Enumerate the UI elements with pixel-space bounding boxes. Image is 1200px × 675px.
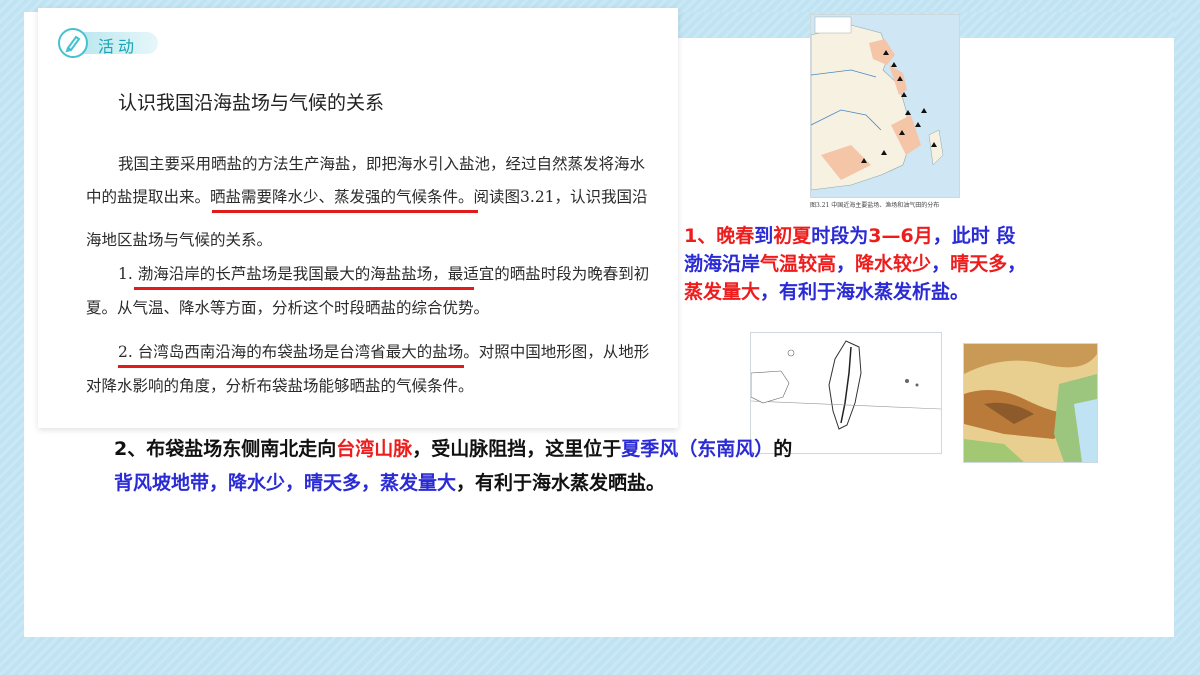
- intro-line-1: 我国主要采用晒盐的方法生产海盐，即把海水引入盐池，经过自然蒸发将海水: [118, 155, 646, 173]
- q1-number: 1.: [118, 265, 138, 283]
- answer1-part: 降水较少: [855, 253, 932, 275]
- answer1-part: 3—6月: [868, 225, 933, 247]
- intro-text-tail: 阅读图3.21，认识我国沿: [473, 188, 648, 206]
- underline-1: [212, 210, 478, 213]
- q2-text: 对照中国地形图，从地形: [478, 343, 650, 361]
- answer1-part: ，: [1007, 253, 1027, 275]
- topographic-map: [963, 343, 1098, 463]
- q2-key-sentence: 2. 台湾岛西南沿海的布袋盐场是台湾省最大的盐场。: [118, 343, 479, 361]
- answer1-part: 时段为: [811, 225, 869, 247]
- answer2-part: ，受山脉阻挡，这里位于: [412, 438, 622, 460]
- answer2-part: 的: [773, 438, 793, 460]
- answer1-part: 晴天多: [950, 253, 1008, 275]
- answer1-part: 气温较高: [760, 253, 837, 275]
- answer2-part: 夏季风（东南风）: [621, 438, 774, 460]
- answer1-part: ，有利于海水蒸发析盐。: [760, 281, 970, 303]
- answer1-part: ，: [931, 253, 951, 275]
- map-caption: 图3.21 中国近海主要盐场、渔场和油气田的分布: [810, 202, 940, 209]
- question-1-line-2: 夏。从气温、降水等方面，分析这个时段晒盐的综合优势。: [86, 299, 490, 317]
- coastal-map: [810, 14, 960, 198]
- answer2-part: ，有利于海水蒸发晒盐。: [456, 472, 666, 494]
- answer2-part: 背风坡地带，降水少，晴天多，蒸发量大: [114, 472, 457, 494]
- q1-key-sentence: 渤海沿岸的长芦盐场是我国最大的海盐盐场，: [137, 265, 448, 283]
- answer1-part: 蒸发量大: [684, 281, 761, 303]
- activity-title: 认识我国沿海盐场与气候的关系: [118, 92, 385, 114]
- answer-1: 1、晚春到初夏时段为3—6月，此时 段 渤海沿岸气温较高，降水较少，晴天多， 蒸…: [684, 222, 1084, 306]
- activity-badge: 活动: [58, 28, 193, 58]
- underline-3: [118, 365, 464, 368]
- answer1-part: 渤海沿岸: [684, 253, 761, 275]
- intro-line-2: 中的盐提取出来。晒盐需要降水少、蒸发强的气候条件。阅读图3.21，认识我国沿: [86, 185, 648, 207]
- question-1-line-1: 1. 渤海沿岸的长芦盐场是我国最大的海盐盐场，最适宜的晒盐时段为晚春到初: [118, 262, 649, 284]
- answer1-part: 到: [754, 225, 774, 247]
- pencil-icon: [58, 28, 88, 58]
- answer-2: 2、布袋盐场东侧南北走向台湾山脉，受山脉阻挡，这里位于夏季风（东南风）的 背风坡…: [114, 432, 934, 500]
- intro-line-3: 海地区盐场与气候的关系。: [86, 231, 273, 249]
- question-2-line-2: 对降水影响的角度，分析布袋盐场能够晒盐的气候条件。: [86, 377, 474, 395]
- q1-text: 最适宜的晒盐时段为晚春到初: [447, 265, 650, 283]
- answer1-part: ，: [836, 253, 856, 275]
- question-2-line-1: 2. 台湾岛西南沿海的布袋盐场是台湾省最大的盐场。对照中国地形图，从地形: [118, 340, 649, 362]
- answer1-part: 初夏: [773, 225, 812, 247]
- underline-2: [134, 287, 474, 290]
- badge-label: 活动: [98, 37, 139, 56]
- answer1-part: 1、晚春: [684, 225, 755, 247]
- intro-text: 中的盐提取出来。: [86, 188, 211, 206]
- intro-key-sentence: 晒盐需要降水少、蒸发强的气候条件。: [210, 188, 474, 206]
- answer2-part: 2、布袋盐场东侧南北走向: [114, 438, 337, 460]
- answer2-part: 台湾山脉: [336, 438, 413, 460]
- answer1-part: ，此时 段: [932, 225, 1016, 247]
